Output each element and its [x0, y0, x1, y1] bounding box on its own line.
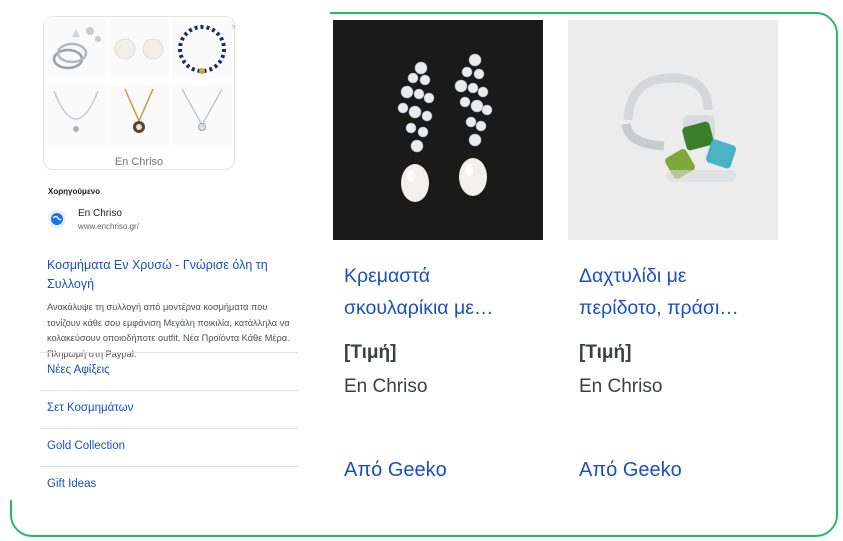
grid-caption: En Chriso: [114, 156, 164, 168]
sitelink-new-arrivals[interactable]: Νέες Αφίξεις: [40, 352, 298, 391]
globe-icon: [48, 210, 66, 228]
diamond-pendant-thumbnail[interactable]: [172, 85, 232, 145]
sitelink-gift-ideas[interactable]: Gift Ideas: [40, 466, 298, 505]
pearl-drop-earrings-image[interactable]: [333, 20, 543, 240]
sitelink-jewelry-sets[interactable]: Σετ Κοσμημάτων: [40, 390, 298, 429]
silver-necklace-thumbnail[interactable]: [46, 85, 106, 145]
pearl-studs-thumbnail[interactable]: [109, 19, 169, 79]
product-price: [Τιμή]: [344, 342, 397, 363]
bracelet-thumbnail[interactable]: [172, 19, 232, 79]
product-title-link[interactable]: Δαχτυλίδι με περίδοτο, πράσι…: [579, 260, 774, 324]
via-merchant-link[interactable]: Από Geeko: [579, 459, 682, 482]
rings-thumbnail[interactable]: [46, 19, 106, 79]
gold-pendant-thumbnail[interactable]: [109, 85, 169, 145]
advertiser-row[interactable]: En Chriso www.enchriso.gr/: [48, 208, 308, 236]
product-merchant: En Chriso: [344, 376, 428, 397]
sitelink-label[interactable]: Gift Ideas: [47, 478, 96, 490]
ad-headline-link[interactable]: Κοσμήματα Εν Χρυσώ - Γνώρισε όλη τη Συλλ…: [47, 256, 302, 294]
product-price: [Τιμή]: [579, 342, 632, 363]
sitelink-label[interactable]: Σετ Κοσμημάτων: [47, 402, 133, 414]
product-card-earrings[interactable]: Κρεμαστά σκουλαρίκια με… [Τιμή] En Chris…: [333, 20, 543, 500]
advertiser-url: www.enchriso.gr/: [78, 222, 139, 231]
sitelink-gold-collection[interactable]: Gold Collection: [40, 428, 298, 467]
product-title-link[interactable]: Κρεμαστά σκουλαρίκια με…: [344, 260, 539, 324]
via-merchant-link[interactable]: Από Geeko: [344, 459, 447, 482]
sponsored-label: Χορηγούμενο: [48, 187, 101, 196]
advertiser-name: En Chriso: [78, 208, 122, 219]
product-card-ring[interactable]: Δαχτυλίδι με περίδοτο, πράσι… [Τιμή] En …: [568, 20, 778, 500]
peridot-ring-image[interactable]: [568, 20, 778, 240]
product-merchant: En Chriso: [579, 376, 663, 397]
sitelink-label[interactable]: Νέες Αφίξεις: [47, 364, 110, 376]
product-image-grid[interactable]: ▷ En Chriso: [43, 16, 236, 170]
sitelink-label[interactable]: Gold Collection: [47, 440, 125, 452]
frame-gap-left: [0, 0, 20, 500]
